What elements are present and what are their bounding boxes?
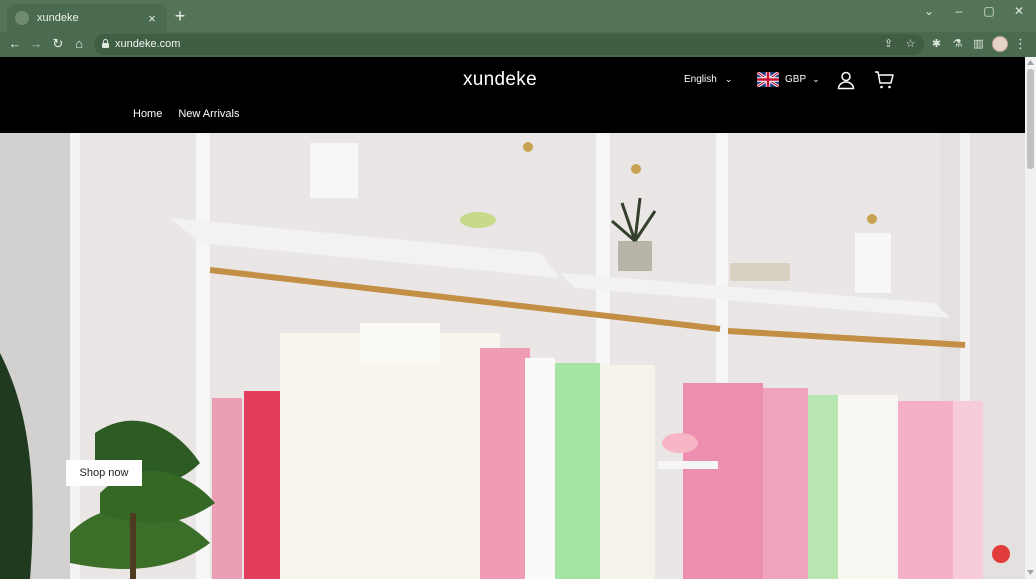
language-selector[interactable]: English ⌄ <box>684 74 732 85</box>
account-icon[interactable] <box>836 70 856 90</box>
lock-icon <box>102 39 109 48</box>
chevron-down-icon: ⌄ <box>812 74 820 84</box>
plus-icon[interactable]: + <box>172 7 188 25</box>
shop-now-button[interactable]: Shop now <box>66 460 142 486</box>
address-bar[interactable]: xundeke.com ⇪ ☆ <box>94 34 924 55</box>
site-logo[interactable]: xundeke <box>463 69 537 91</box>
scroll-up-icon[interactable] <box>1027 59 1034 66</box>
chevron-down-icon[interactable]: ⌄ <box>921 4 937 18</box>
nav-item-home[interactable]: Home <box>133 108 162 120</box>
language-label: English <box>684 74 717 85</box>
browser-tab[interactable]: xundeke × <box>7 4 167 32</box>
labs-icon[interactable]: ⚗ <box>951 38 964 51</box>
browser-tabstrip: xundeke × + ⌄ – ▢ ✕ <box>0 0 1036 32</box>
hero-image <box>0 133 1025 579</box>
currency-selector[interactable]: GBP ⌄ <box>757 72 820 87</box>
back-icon[interactable]: ← <box>7 36 23 52</box>
profile-avatar[interactable] <box>992 36 1008 52</box>
window-close-icon[interactable]: ✕ <box>1011 4 1027 18</box>
reload-icon[interactable]: ↻ <box>50 36 66 52</box>
maximize-icon[interactable]: ▢ <box>981 4 997 18</box>
url-text: xundeke.com <box>115 38 181 50</box>
star-icon[interactable]: ☆ <box>904 38 917 51</box>
hero-banner: Shop now <box>0 133 1025 579</box>
tab-title: xundeke <box>37 12 79 24</box>
chat-icon[interactable] <box>992 545 1010 563</box>
sidepanel-icon[interactable]: ▥ <box>972 38 985 51</box>
chevron-down-icon: ⌄ <box>724 74 733 84</box>
home-icon[interactable]: ⌂ <box>71 36 87 52</box>
scroll-down-icon[interactable] <box>1027 569 1034 576</box>
main-nav: Home New Arrivals <box>133 108 239 120</box>
share-icon[interactable]: ⇪ <box>882 38 895 51</box>
site-header: xundeke English ⌄ GBP ⌄ Home New Arrival… <box>0 57 1025 133</box>
kebab-menu-icon[interactable]: ⋮ <box>1014 36 1027 52</box>
browser-toolbar: ← → ↻ ⌂ xundeke.com ⇪ ☆ ✱ ⚗ ▥ ⋮ <box>0 32 1036 57</box>
cart-icon[interactable] <box>874 70 894 90</box>
page-scrollbar[interactable] <box>1025 57 1036 579</box>
close-icon[interactable]: × <box>145 11 159 26</box>
forward-icon[interactable]: → <box>28 36 44 52</box>
nav-item-new-arrivals[interactable]: New Arrivals <box>178 108 239 120</box>
currency-label: GBP <box>785 74 807 85</box>
globe-icon <box>15 11 29 25</box>
page-viewport: xundeke English ⌄ GBP ⌄ Home New Arrival… <box>0 57 1036 579</box>
minimize-icon[interactable]: – <box>951 4 967 18</box>
uk-flag-icon <box>757 72 779 87</box>
extensions-icon[interactable]: ✱ <box>930 38 943 51</box>
scroll-thumb[interactable] <box>1027 69 1034 169</box>
